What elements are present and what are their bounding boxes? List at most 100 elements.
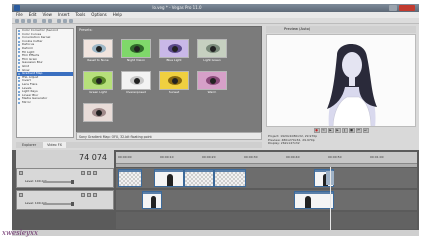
video-clip[interactable] [214,169,246,187]
preset-image [83,71,113,90]
render-icon[interactable] [33,19,37,23]
timeline-ruler[interactable]: 00:00:00 00:00:10 00:00:20 00:00:30 00:0… [116,152,417,164]
ruler-label: 00:00:20 [202,155,216,159]
loop-button[interactable]: ↻ [320,128,327,133]
video-clip[interactable] [142,191,162,209]
new-icon[interactable] [15,19,19,23]
watermark: xwesleyxx [2,229,38,237]
preset-image [83,39,113,58]
preset-image [197,39,227,58]
video-clip[interactable] [118,169,142,187]
preset-image [159,39,189,58]
preset-thumbnail[interactable]: Green Light [83,71,113,96]
minimize-button[interactable] [389,5,397,11]
go-to-start-button[interactable]: ⏮ [355,128,362,133]
undo-icon[interactable] [42,19,46,23]
preview-toolbar: Preview (Auto) [266,26,416,33]
video-fx-plugin-list: Color Corrector (Second Color Curves Con… [16,28,74,138]
ruler-label: 00:00:50 [328,155,342,159]
ruler-label: 00:00:00 [118,155,132,159]
preset-thumbnail[interactable]: Reset to None [83,39,113,64]
stop-button[interactable]: ■ [348,128,355,133]
ruler-label: 00:01:00 [370,155,384,159]
track-level-knob[interactable] [71,180,74,184]
video-track-lane[interactable] [116,190,417,210]
tab-video-fx[interactable]: Video FX [43,142,66,148]
paste-icon[interactable] [69,19,73,23]
preset-image [121,39,151,58]
plugin-description: Sony Gradient Map: OFX, 32-bit floating … [76,132,262,140]
tab-explorer[interactable]: Explorer [18,142,40,148]
preset-thumbnail[interactable]: Light Green [197,39,227,64]
go-to-end-button[interactable]: ⏭ [362,128,369,133]
copy-icon[interactable] [63,19,67,23]
timeline-status-bar [12,230,419,236]
preset-thumbnail[interactable] [83,103,113,128]
track-fx-icon[interactable] [93,171,97,175]
track-mute-icon[interactable] [81,171,85,175]
track-fx-icon[interactable] [93,193,97,197]
redo-icon[interactable] [48,19,52,23]
title-bar: lo.veg * - Vegas Pro 11.0 [12,4,419,12]
empty-track-lane[interactable] [116,212,417,229]
cut-icon[interactable] [57,19,61,23]
vegas-window: lo.veg * - Vegas Pro 11.0 File Edit View… [12,4,419,236]
preset-image [197,71,227,90]
preset-thumbnail[interactable]: Sunset [159,71,189,96]
timecode-display: 74 074 [79,153,107,162]
playback-cursor[interactable] [330,167,331,236]
play-from-start-button[interactable]: ▶ [327,128,334,133]
window-title: lo.veg * - Vegas Pro 11.0 [152,5,202,10]
video-track-header[interactable]: Level: 100.0 % [16,190,114,210]
track-level-knob[interactable] [71,202,74,206]
preset-thumbnail[interactable]: Overexposed [121,71,151,96]
save-icon[interactable] [27,19,31,23]
preview-frame [267,35,415,126]
track-level-slider[interactable] [43,181,73,183]
marker-bar[interactable] [116,164,417,167]
presets-panel: Presets: Reset to None Night Vision Blue… [76,26,262,140]
preset-label: Warm [207,90,217,94]
presets-title: Presets: [79,28,93,32]
video-track-header[interactable]: Level: 100.0 % [16,168,114,188]
track-expand-icon[interactable] [19,171,23,175]
preset-image [159,71,189,90]
track-solo-icon[interactable] [87,193,91,197]
video-clip[interactable] [294,191,334,209]
video-clip[interactable] [184,169,214,187]
play-button[interactable]: ▶ [334,128,341,133]
close-button[interactable] [399,5,415,11]
preset-label: Green Light [89,90,107,94]
preset-thumbnail[interactable]: Blue Light [159,39,189,64]
ruler-label: 00:00:40 [286,155,300,159]
preset-image [83,103,113,122]
video-track-lane[interactable] [116,168,417,188]
preset-thumbnail[interactable]: Night Vision [121,39,151,64]
display-info: Display: 262x147x32 [268,141,300,146]
record-button[interactable]: ● [313,128,320,133]
preset-label: Overexposed [126,90,146,94]
preset-thumbnail[interactable]: Warm [197,71,227,96]
preview-quality-select[interactable]: Preview (Auto) [284,26,310,33]
video-preview [266,34,416,127]
ruler-label: 00:00:10 [160,155,174,159]
preset-label: Sunset [168,90,180,94]
plugin-item[interactable]: Mirror [17,101,73,105]
open-icon[interactable] [21,19,25,23]
video-clip[interactable] [154,169,184,187]
track-mute-icon[interactable] [81,193,85,197]
window-docking-tabs: Explorer Video FX [16,142,262,148]
preset-label: Light Green [203,58,221,62]
track-expand-icon[interactable] [19,193,23,197]
app-icon [14,5,20,11]
preset-label: Blue Light [166,58,182,62]
preview-info: Project: 1920x1080x32, 29.970p Preview: … [268,134,317,146]
ruler-label: 00:00:30 [244,155,258,159]
track-solo-icon[interactable] [87,171,91,175]
toolbar [12,18,419,24]
pause-button[interactable]: ‖ [341,128,348,133]
preset-label: Reset to None [87,58,109,62]
preset-image [121,71,151,90]
track-level-slider[interactable] [43,203,73,205]
preset-label: Night Vision [127,58,145,62]
